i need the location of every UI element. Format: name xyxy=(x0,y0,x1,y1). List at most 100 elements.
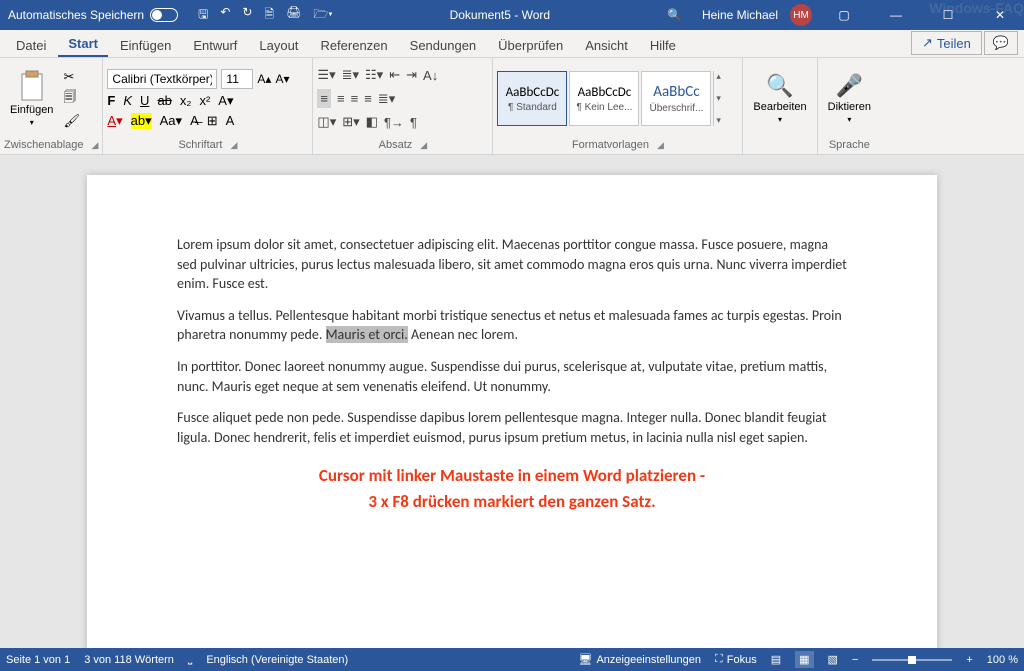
group-label: Formatvorlagen xyxy=(572,139,649,151)
indent-dec-icon[interactable]: ⇤ xyxy=(389,67,400,83)
tab-insert[interactable]: Einfügen xyxy=(110,33,181,57)
italic-button[interactable]: K xyxy=(123,93,132,108)
document-title: Dokument5 - Word xyxy=(333,8,667,22)
shrink-font-icon[interactable]: A▾ xyxy=(275,72,289,86)
qat-icon[interactable]: 🗎 xyxy=(264,5,274,26)
qat-icon[interactable]: 🗁▾ xyxy=(313,5,332,26)
style-standard[interactable]: AaBbCcDc ¶ Standard xyxy=(497,71,567,126)
bold-button[interactable]: F xyxy=(107,93,115,108)
status-language[interactable]: Englisch (Vereinigte Staaten) xyxy=(206,654,348,666)
down-arrow-icon[interactable]: ▾ xyxy=(716,93,721,104)
zoom-slider[interactable] xyxy=(872,659,952,661)
tab-references[interactable]: Referenzen xyxy=(310,33,397,57)
group-label: Zwischenablage xyxy=(4,139,84,151)
text-effects-icon[interactable]: A▾ xyxy=(218,93,233,109)
copy-icon[interactable]: 🗐 xyxy=(63,88,80,110)
undo-icon[interactable]: ↶ xyxy=(220,5,230,26)
paragraph[interactable]: Lorem ipsum dolor sit amet, consectetuer… xyxy=(177,235,847,294)
editing-button[interactable]: 🔍 Bearbeiten ▾ xyxy=(747,60,812,137)
font-size-select[interactable] xyxy=(221,69,253,89)
align-center-icon[interactable]: ≡ xyxy=(337,91,345,106)
user-name[interactable]: Heine Michael xyxy=(702,8,778,22)
font-color-icon[interactable]: A▾ xyxy=(107,113,122,129)
bullets-icon[interactable]: ☰▾ xyxy=(317,67,335,83)
tab-draw[interactable]: Entwurf xyxy=(183,33,247,57)
minimize-icon[interactable]: — xyxy=(876,0,916,30)
tab-file[interactable]: Datei xyxy=(6,33,56,57)
paragraph[interactable]: Fusce aliquet pede non pede. Suspendisse… xyxy=(177,408,847,447)
char-shading-icon[interactable]: A xyxy=(226,113,235,128)
align-right-icon[interactable]: ≡ xyxy=(351,91,359,106)
dialog-launcher-icon[interactable]: ◢ xyxy=(92,140,99,151)
style-heading[interactable]: AaBbCc Überschrif... xyxy=(641,71,711,126)
proofing-icon[interactable]: ⎵ xyxy=(188,653,192,666)
page[interactable]: Lorem ipsum dolor sit amet, consectetuer… xyxy=(87,175,937,648)
display-settings-button[interactable]: 🖥Anzeigeeinstellungen xyxy=(578,653,701,666)
tab-mailings[interactable]: Sendungen xyxy=(400,33,487,57)
dialog-launcher-icon[interactable]: ◢ xyxy=(657,140,664,151)
dialog-launcher-icon[interactable]: ◢ xyxy=(420,140,427,151)
zoom-in-icon[interactable]: + xyxy=(966,654,972,666)
grow-font-icon[interactable]: A▴ xyxy=(257,72,271,86)
group-font: A▴ A▾ F K U ab x₂ x² A▾ A▾ ab▾ Aa▾ A̶ ⊞ … xyxy=(103,58,313,154)
format-painter-icon[interactable]: 🖌 xyxy=(63,113,80,129)
show-marks-icon[interactable]: ¶ xyxy=(410,115,417,130)
user-avatar[interactable]: HM xyxy=(790,4,812,26)
cut-icon[interactable]: ✂ xyxy=(63,69,80,85)
autosave-toggle[interactable]: Automatisches Speichern xyxy=(8,8,178,22)
comments-button[interactable]: 💬 xyxy=(984,31,1018,55)
share-icon: ↗ xyxy=(922,35,933,51)
tab-home[interactable]: Start xyxy=(58,31,108,57)
document-area[interactable]: Lorem ipsum dolor sit amet, consectetuer… xyxy=(0,155,1024,648)
dialog-launcher-icon[interactable]: ◢ xyxy=(230,140,237,151)
strike-button[interactable]: ab xyxy=(157,93,171,108)
read-mode-icon[interactable]: ▤ xyxy=(771,653,781,666)
tab-view[interactable]: Ansicht xyxy=(575,33,638,57)
shading-icon[interactable]: ◫▾ xyxy=(317,114,336,130)
numbering-icon[interactable]: ≣▾ xyxy=(342,67,359,83)
qat-icon[interactable]: 🖨 xyxy=(286,5,301,26)
zoom-level[interactable]: 100 % xyxy=(987,654,1018,666)
print-layout-icon[interactable]: ▦ xyxy=(795,651,813,668)
paragraph[interactable]: In porttitor. Donec laoreet nonummy augu… xyxy=(177,357,847,396)
align-left-icon[interactable]: ≡ xyxy=(317,89,331,108)
redo-icon[interactable]: ↻ xyxy=(242,5,252,26)
highlight-icon[interactable]: ab▾ xyxy=(131,113,152,129)
tab-review[interactable]: Überprüfen xyxy=(488,33,573,57)
clear-format-icon[interactable]: A̶ xyxy=(190,113,199,128)
underline-button[interactable]: U xyxy=(140,93,149,108)
paragraph[interactable]: Vivamus a tellus. Pellentesque habitant … xyxy=(177,306,847,345)
expand-icon[interactable]: ▾ xyxy=(716,115,721,126)
style-no-spacing[interactable]: AaBbCcDc ¶ Kein Lee... xyxy=(569,71,639,126)
paste-button[interactable]: Einfügen ▾ xyxy=(4,60,59,137)
ribbon-display-icon[interactable]: ▢ xyxy=(824,0,864,30)
status-page[interactable]: Seite 1 von 1 xyxy=(6,654,70,666)
focus-button[interactable]: ⛶Fokus xyxy=(715,653,757,666)
sort-icon[interactable]: A↓ xyxy=(423,68,438,83)
close-icon[interactable]: ✕ xyxy=(980,0,1020,30)
zoom-out-icon[interactable]: − xyxy=(852,654,858,666)
styles-scrollbar[interactable]: ▴ ▾ ▾ xyxy=(713,71,721,126)
eraser-icon[interactable]: ◧ xyxy=(366,114,378,130)
line-spacing-icon[interactable]: ≣▾ xyxy=(378,91,395,107)
subscript-button[interactable]: x₂ xyxy=(180,93,192,108)
font-name-select[interactable] xyxy=(107,69,217,89)
borders-icon[interactable]: ⊞▾ xyxy=(342,114,359,130)
change-case-icon[interactable]: Aa▾ xyxy=(160,113,182,129)
ltr-icon[interactable]: ¶→ xyxy=(384,115,404,130)
up-arrow-icon[interactable]: ▴ xyxy=(716,71,721,82)
tab-layout[interactable]: Layout xyxy=(249,33,308,57)
share-button[interactable]: ↗Teilen xyxy=(911,31,982,55)
status-words[interactable]: 3 von 118 Wörtern xyxy=(84,654,174,666)
maximize-icon[interactable]: ☐ xyxy=(928,0,968,30)
dictate-button[interactable]: 🎤 Diktieren ▾ xyxy=(822,60,877,137)
superscript-button[interactable]: x² xyxy=(199,93,210,108)
multilevel-icon[interactable]: ☷▾ xyxy=(365,67,383,83)
web-layout-icon[interactable]: ▧ xyxy=(828,653,838,666)
justify-icon[interactable]: ≡ xyxy=(364,91,372,106)
char-border-icon[interactable]: ⊞ xyxy=(207,113,218,129)
indent-inc-icon[interactable]: ⇥ xyxy=(406,67,417,83)
tab-help[interactable]: Hilfe xyxy=(640,33,686,57)
search-icon[interactable]: 🔍 xyxy=(667,8,682,22)
save-icon[interactable]: 🖫 xyxy=(198,5,208,26)
